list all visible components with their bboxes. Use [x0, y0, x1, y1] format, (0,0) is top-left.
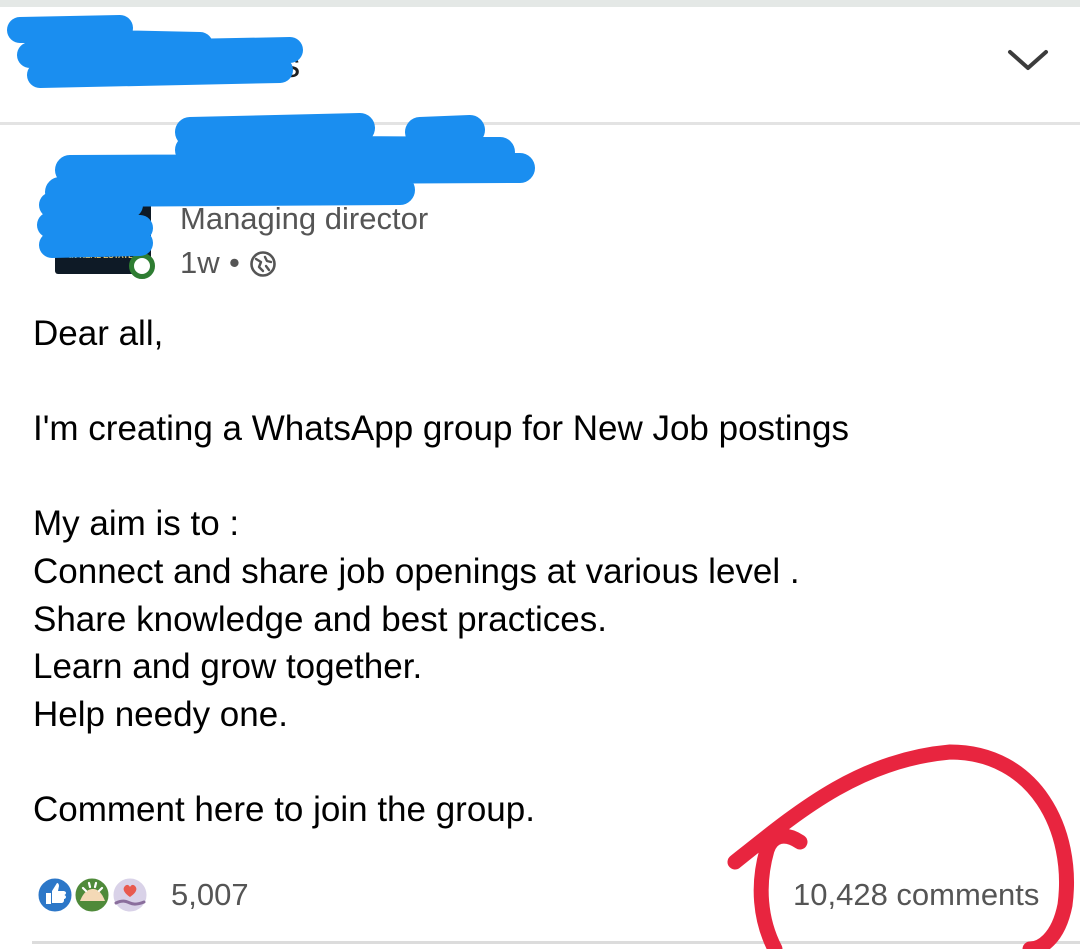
post-line: Dear all, [33, 314, 164, 353]
post-body: Dear all, I'm creating a WhatsApp group … [33, 310, 1043, 834]
meta-separator: • [229, 245, 240, 280]
chevron-down-icon[interactable] [1006, 46, 1050, 74]
post-line: Help needy one. [33, 694, 288, 734]
like-icon [35, 875, 75, 915]
header-divider [0, 122, 1080, 125]
post-line [33, 738, 1043, 786]
globe-icon [250, 251, 276, 277]
support-icon [110, 875, 150, 915]
post-time: 1w [180, 245, 220, 280]
celebrate-icon [72, 875, 112, 915]
activity-text: mmented on this [34, 44, 301, 85]
post-line: I'm creating a WhatsApp group for New Jo… [33, 409, 849, 449]
post-line: Learn and grow together. [33, 647, 423, 687]
avatar-caption: IN REAL ESTATE [69, 251, 134, 260]
post-line: Connect and share job openings at variou… [33, 551, 800, 591]
post-line [33, 358, 1043, 406]
footer-divider [32, 941, 1080, 944]
reaction-icons[interactable] [34, 873, 159, 917]
top-strip [0, 0, 1080, 7]
post-line: Share knowledge and best practices. [33, 599, 607, 639]
post-line: Comment here to join the group. [33, 789, 535, 829]
reactions-count[interactable]: 5,007 [171, 877, 249, 913]
post-line [33, 453, 1043, 501]
online-status-indicator [129, 253, 155, 279]
comments-count[interactable]: 10,428 comments [793, 877, 1039, 913]
author-title: Managing director [180, 201, 429, 236]
post-line: My aim is to : [33, 504, 240, 544]
